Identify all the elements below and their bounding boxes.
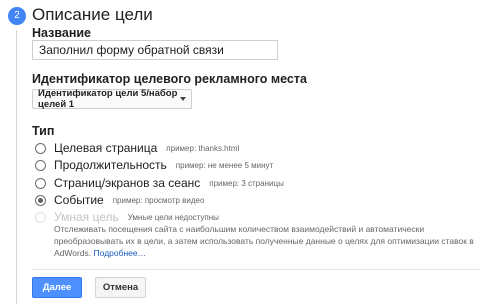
type-option-label: Целевая страница [54, 141, 158, 155]
type-option-example: пример: thanks.html [166, 143, 240, 153]
radio-button[interactable] [35, 159, 46, 171]
type-option-example: пример: не менее 5 минут [175, 160, 274, 170]
radio-button[interactable] [35, 142, 46, 154]
type-option-duration[interactable]: Продолжительность пример: не менее 5 мин… [35, 158, 273, 172]
goal-name-input[interactable] [32, 40, 278, 60]
smart-goal-description: Отслеживать посещения сайта с наибольшим… [54, 223, 474, 259]
target-id-select-value: Идентификатор цели 5/набор целей 1 [38, 88, 178, 110]
type-option-example: пример: просмотр видео [112, 195, 205, 205]
type-option-event[interactable]: Событие пример: просмотр видео [35, 193, 204, 207]
next-button[interactable]: Далее [32, 277, 82, 298]
chevron-down-icon [180, 97, 186, 101]
step-number-badge: 2 [8, 7, 26, 25]
cancel-button[interactable]: Отмена [95, 277, 146, 298]
step-connector-line [16, 30, 17, 304]
type-option-example: Умные цели недоступны [127, 212, 219, 222]
name-label: Название [32, 26, 92, 40]
radio-button[interactable] [35, 177, 46, 189]
type-option-smart-goal: Умная цель Умные цели недоступны [35, 210, 219, 224]
type-option-label: Продолжительность [54, 158, 167, 172]
radio-button-checked[interactable] [35, 194, 46, 206]
radio-button-disabled [35, 211, 46, 223]
type-label: Тип [32, 124, 55, 138]
target-id-label: Идентификатор целевого рекламного места [32, 72, 307, 86]
type-option-pages-per-session[interactable]: Страниц/экранов за сеанс пример: 3 стран… [35, 176, 284, 190]
target-id-select[interactable]: Идентификатор цели 5/набор целей 1 [32, 88, 192, 110]
learn-more-link[interactable]: Подробнее… [94, 248, 147, 258]
type-option-label: Умная цель [54, 210, 119, 224]
step-title: Описание цели [32, 5, 153, 24]
type-option-label: Страниц/экранов за сеанс [54, 176, 201, 190]
type-option-destination[interactable]: Целевая страница пример: thanks.html [35, 141, 239, 155]
type-option-label: Событие [54, 193, 104, 207]
section-divider [32, 269, 480, 270]
type-option-example: пример: 3 страницы [209, 178, 284, 188]
